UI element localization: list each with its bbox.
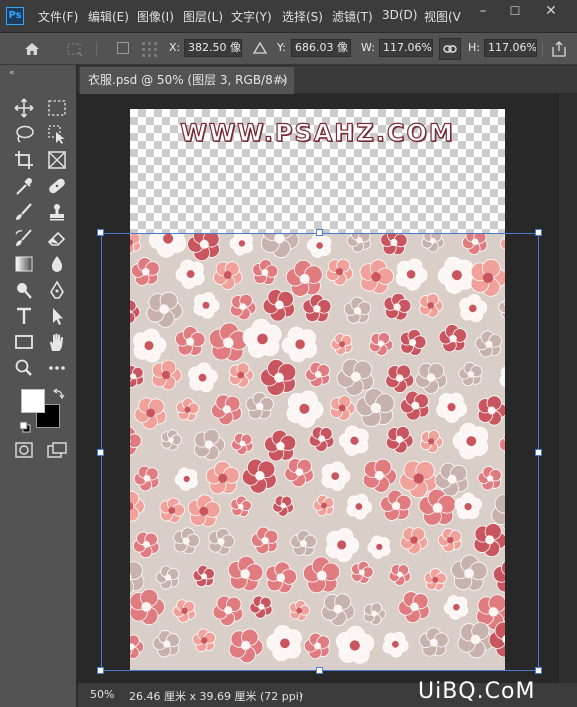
menu-layer[interactable]: 图层(L) <box>183 8 223 25</box>
link-icon[interactable] <box>439 38 461 60</box>
minimize-button[interactable]: – <box>468 0 498 28</box>
hand-tool-icon[interactable] <box>45 331 69 353</box>
close-tab-icon[interactable]: × <box>279 67 288 94</box>
x-label: X: <box>169 41 181 54</box>
zoom-tool-icon[interactable] <box>12 357 36 379</box>
transform-handle-right[interactable] <box>535 449 542 456</box>
stamp-tool-icon[interactable] <box>45 201 69 223</box>
transform-handle-bottom-left[interactable] <box>97 667 104 674</box>
close-button[interactable]: ✕ <box>536 0 566 28</box>
site-watermark: UiBQ.CoM <box>418 679 536 704</box>
type-tool-icon[interactable] <box>12 305 36 327</box>
path-select-tool-icon[interactable] <box>45 305 69 327</box>
rect-marquee-tool-icon[interactable] <box>45 97 69 119</box>
eraser-tool-icon[interactable] <box>45 227 69 249</box>
document-tab[interactable]: 衣服.psd @ 50% (图层 3, RGB/8#) * <box>80 67 294 114</box>
dodge-tool-icon[interactable] <box>12 279 36 301</box>
checkbox-icon[interactable] <box>117 42 129 54</box>
maximize-button[interactable]: ☐ <box>500 0 530 28</box>
swap-colors-icon[interactable] <box>52 386 66 400</box>
transform-handle-top[interactable] <box>316 229 323 236</box>
collapse-panel-icon[interactable]: « <box>9 68 15 78</box>
pen-tool-icon[interactable] <box>45 279 69 301</box>
vertical-scrollbar[interactable] <box>559 94 577 683</box>
transform-handle-bottom-right[interactable] <box>535 667 542 674</box>
brush-tool-icon[interactable] <box>12 201 36 223</box>
default-colors-icon[interactable] <box>19 418 31 433</box>
frame-tool-icon[interactable] <box>45 149 69 171</box>
lasso-tool-icon[interactable] <box>12 123 36 145</box>
move-tool-icon[interactable] <box>12 97 36 119</box>
height-field[interactable]: 117.06% <box>484 39 537 57</box>
menu-edit[interactable]: 编辑(E) <box>88 8 129 25</box>
width-field[interactable]: 117.06% <box>379 39 433 57</box>
more-tools-icon[interactable] <box>45 357 69 379</box>
photoshop-logo-icon: Ps <box>6 7 24 25</box>
healing-brush-tool-icon[interactable] <box>45 175 69 197</box>
h-label: H: <box>468 41 480 54</box>
screen-mode-icon[interactable] <box>45 440 69 460</box>
menu-type[interactable]: 文字(Y) <box>231 8 272 25</box>
w-label: W: <box>361 41 375 54</box>
transform-handle-top-left[interactable] <box>97 229 104 236</box>
quick-mask-icon[interactable] <box>12 440 36 460</box>
transform-handle-bottom[interactable] <box>316 667 323 674</box>
status-arrow-icon[interactable]: › <box>299 688 303 701</box>
menu-file[interactable]: 文件(F) <box>38 8 78 25</box>
canvas-title-text: WWW.PSAHZ.COM <box>180 118 455 147</box>
crop-tool-icon[interactable] <box>12 149 36 171</box>
document-size: 26.46 厘米 x 39.69 厘米 (72 ppi) <box>129 690 304 703</box>
options-divider <box>96 42 97 56</box>
menu-filter[interactable]: 滤镜(T) <box>332 8 373 25</box>
marquee-options-icon[interactable] <box>64 40 84 58</box>
menu-select[interactable]: 选择(S) <box>282 8 323 25</box>
y-position-field[interactable]: 686.03 像 <box>291 39 351 57</box>
eyedropper-tool-icon[interactable] <box>12 175 36 197</box>
rectangle-tool-icon[interactable] <box>12 331 36 353</box>
delta-icon[interactable] <box>252 40 268 56</box>
foreground-color-swatch[interactable] <box>21 389 45 413</box>
menu-3d[interactable]: 3D(D) <box>382 8 417 22</box>
gradient-tool-icon[interactable] <box>12 253 36 275</box>
y-label: Y: <box>277 41 286 54</box>
transform-handle-top-right[interactable] <box>535 229 542 236</box>
transform-handle-left[interactable] <box>97 449 104 456</box>
object-select-tool-icon[interactable] <box>45 123 69 145</box>
free-transform-box[interactable] <box>101 233 539 671</box>
x-position-field[interactable]: 382.50 像 <box>184 39 242 57</box>
reference-point-icon[interactable] <box>139 40 159 58</box>
menu-image[interactable]: 图像(I) <box>137 8 174 25</box>
menu-view[interactable]: 视图(V <box>424 8 461 25</box>
history-brush-tool-icon[interactable] <box>12 227 36 249</box>
zoom-level[interactable]: 50% <box>90 688 114 701</box>
home-icon[interactable] <box>22 40 42 58</box>
options-divider <box>542 42 543 56</box>
blur-tool-icon[interactable] <box>45 253 69 275</box>
share-icon[interactable] <box>548 38 570 60</box>
